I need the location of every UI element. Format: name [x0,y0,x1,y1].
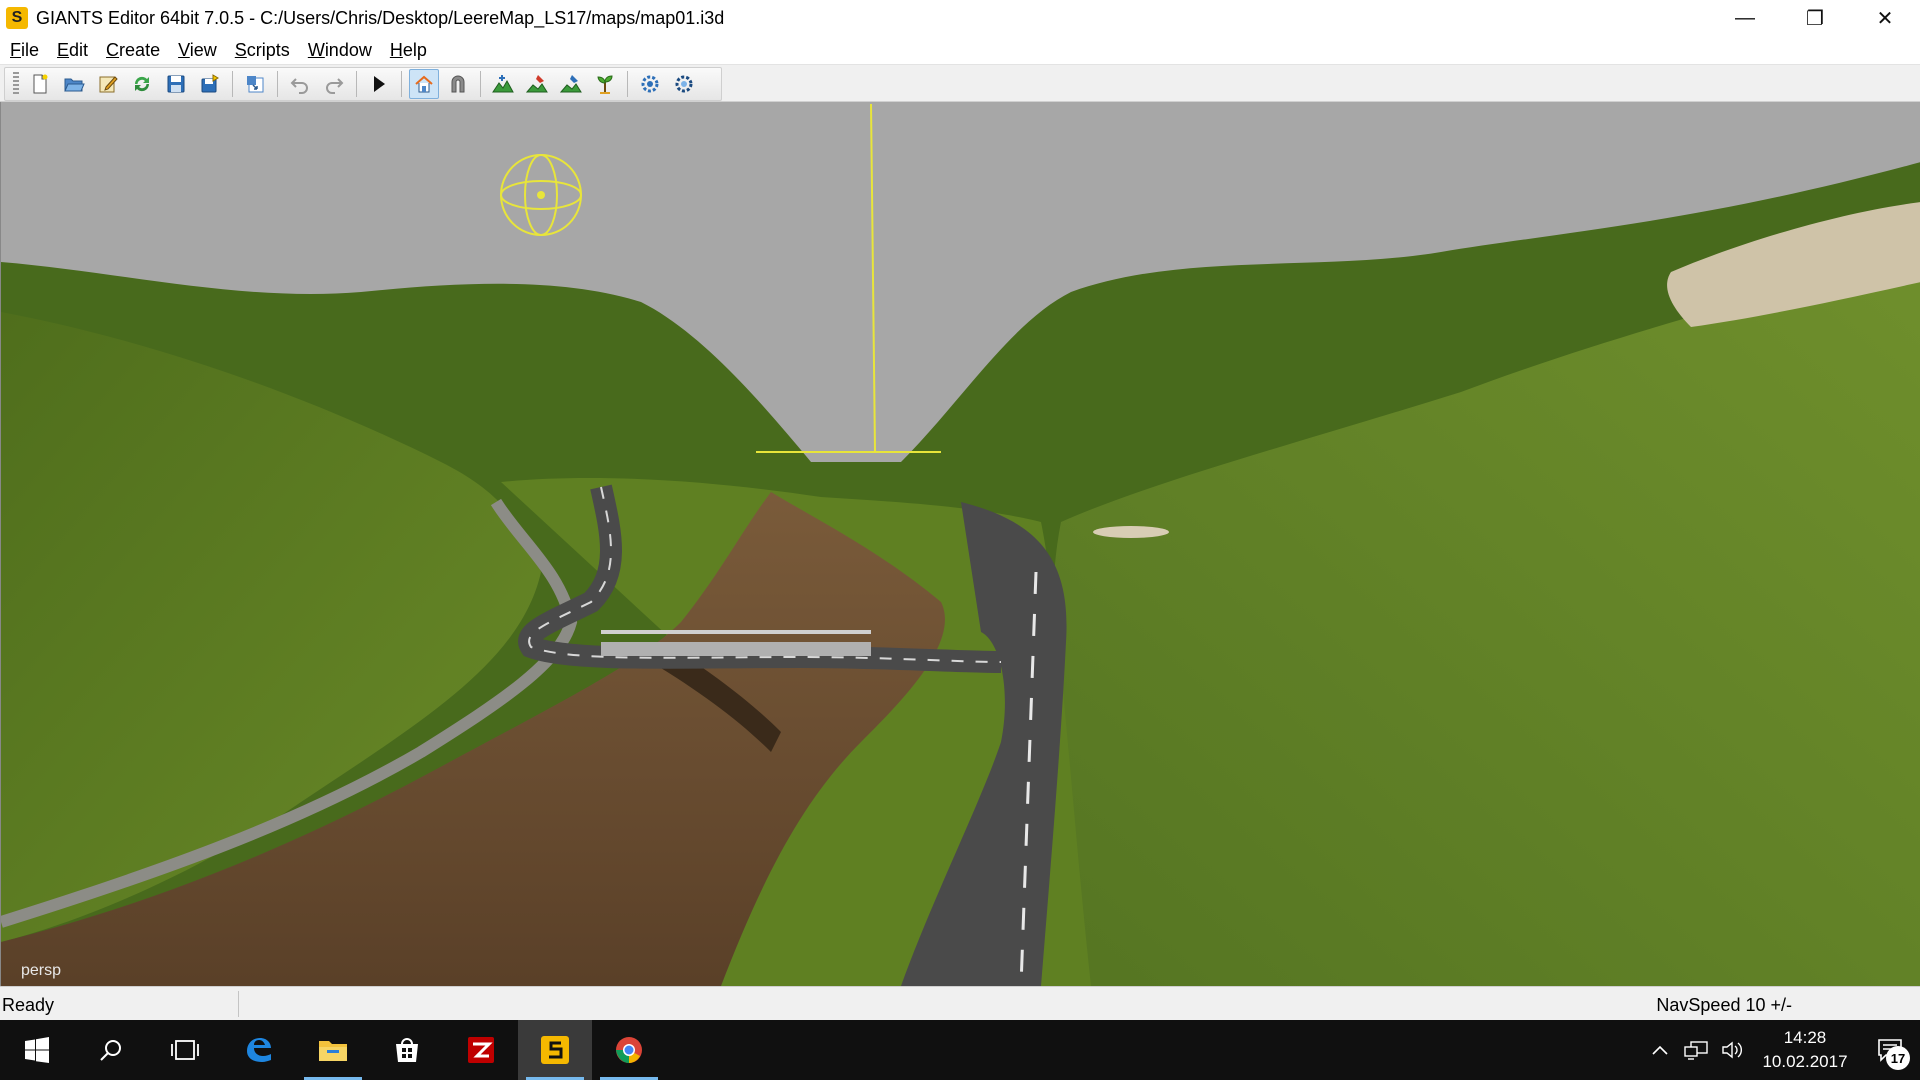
menu-window[interactable]: Window [308,40,382,61]
clock-date: 10.02.2017 [1762,1052,1848,1071]
giants-app-icon[interactable]: S [6,7,28,29]
new-file-icon[interactable] [25,69,55,99]
toolbar-separator [232,71,233,97]
toolbar-separator [627,71,628,97]
menu-scripts[interactable]: Scripts [235,40,300,61]
redo-icon[interactable] [319,69,349,99]
save-icon[interactable] [161,69,191,99]
giants-editor-icon[interactable] [518,1020,592,1080]
toolbar-separator [401,71,402,97]
3d-viewport[interactable]: persp [0,102,1920,986]
chrome-icon[interactable] [592,1020,666,1080]
status-bar: Ready NavSpeed 10 +/- [0,986,1920,1020]
search-icon[interactable] [74,1020,148,1080]
edge-browser-icon[interactable] [222,1020,296,1080]
magnet-icon[interactable] [443,69,473,99]
menu-create[interactable]: Create [106,40,170,61]
toolbar-separator [480,71,481,97]
task-view-icon[interactable] [148,1020,222,1080]
volume-icon[interactable] [1714,1020,1750,1080]
camera-label: persp [21,962,62,979]
menu-help[interactable]: Help [390,40,437,61]
terrain-paint-icon[interactable] [522,69,552,99]
restore-button[interactable]: ❐ [1780,0,1850,36]
status-divider [238,991,239,1017]
system-tray: 14:28 10.02.2017 17 [1642,1020,1920,1080]
open-file-icon[interactable] [59,69,89,99]
toolbar-separator [277,71,278,97]
edit-file-icon[interactable] [93,69,123,99]
settings-gear-alt-icon[interactable] [669,69,699,99]
import-icon[interactable] [240,69,270,99]
refresh-icon[interactable] [127,69,157,99]
start-button-icon[interactable] [0,1020,74,1080]
file-explorer-icon[interactable] [296,1020,370,1080]
notification-count-badge: 17 [1886,1046,1910,1070]
title-bar: S GIANTS Editor 64bit 7.0.5 - C:/Users/C… [0,0,1920,36]
toolbar [0,64,1920,102]
clock[interactable]: 14:28 10.02.2017 [1750,1026,1860,1074]
window-controls: — ❐ ✕ [1710,0,1920,36]
minimize-button[interactable]: — [1710,0,1780,36]
terrain-scene [1,102,1920,986]
foliage-paint-icon[interactable] [556,69,586,99]
toolbar-grip[interactable] [13,72,19,96]
filezilla-icon[interactable] [444,1020,518,1080]
network-icon[interactable] [1678,1020,1714,1080]
store-icon[interactable] [370,1020,444,1080]
toolbar-separator [356,71,357,97]
taskbar: 14:28 10.02.2017 17 [0,1020,1920,1080]
status-text: Ready [2,995,55,1015]
save-as-icon[interactable] [195,69,225,99]
clock-time: 14:28 [1783,1028,1827,1047]
play-icon[interactable] [364,69,394,99]
close-button[interactable]: ✕ [1850,0,1920,36]
nav-speed-readout: NavSpeed 10 +/- [1656,995,1792,1015]
settings-gear-icon[interactable] [635,69,665,99]
chevron-up-icon[interactable] [1642,1020,1678,1080]
action-center-icon[interactable]: 17 [1860,1020,1920,1080]
undo-icon[interactable] [285,69,315,99]
menu-bar: File Edit Create View Scripts Window Hel… [0,36,1920,64]
home-icon[interactable] [409,69,439,99]
menu-view[interactable]: View [178,40,227,61]
window-title: GIANTS Editor 64bit 7.0.5 - C:/Users/Chr… [36,7,725,28]
plant-icon[interactable] [590,69,620,99]
menu-file[interactable]: File [10,40,49,61]
menu-edit[interactable]: Edit [57,40,98,61]
toolbar-strip [4,67,722,101]
terrain-sculpt-icon[interactable] [488,69,518,99]
